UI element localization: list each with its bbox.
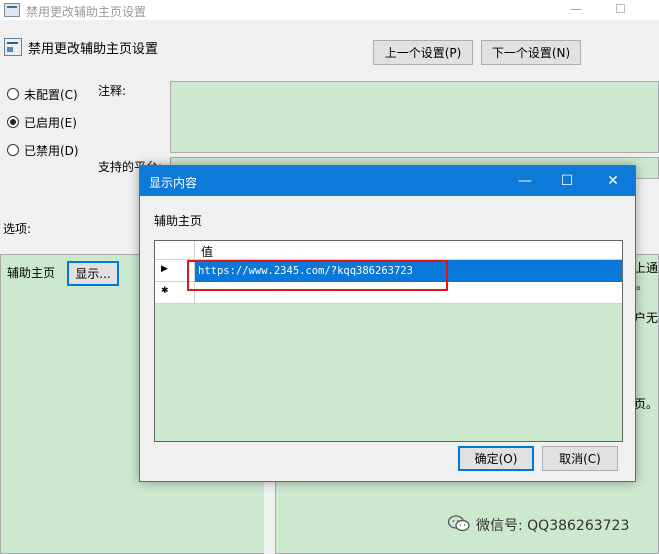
- grid-column-header[interactable]: 值: [195, 241, 622, 260]
- maximize-button[interactable]: ☐: [615, 2, 626, 16]
- radio-circle-icon[interactable]: [7, 144, 19, 156]
- page-heading: 禁用更改辅助主页设置: [28, 42, 159, 57]
- policy-setting-icon: [4, 38, 22, 56]
- radio-label: 已禁用(D): [24, 144, 79, 158]
- comment-label: 注释:: [98, 84, 127, 98]
- watermark-text: 微信号: QQ386263723: [476, 518, 630, 534]
- comment-textarea[interactable]: [170, 81, 659, 153]
- wechat-icon: [448, 515, 470, 532]
- help-text-fragment: 页。: [634, 397, 659, 411]
- radio-label: 未配置(C): [24, 88, 78, 102]
- minimize-button[interactable]: —: [570, 2, 582, 16]
- dialog-close-button[interactable]: ✕: [591, 166, 635, 196]
- secondary-home-label: 辅助主页: [7, 266, 56, 280]
- dialog-section-label: 辅助主页: [154, 214, 203, 228]
- cancel-button[interactable]: 取消(C): [542, 446, 618, 471]
- highlight-annotation-box: [187, 260, 448, 291]
- policy-app-icon: [4, 3, 20, 17]
- options-label: 选项:: [3, 222, 32, 236]
- column-header-label: 值: [201, 245, 214, 259]
- dialog-title: 显示内容: [149, 176, 198, 190]
- help-text-fragment: 户无: [634, 311, 659, 325]
- show-button[interactable]: 显示...: [67, 261, 119, 286]
- current-row-arrow-icon: ▶: [161, 264, 168, 274]
- previous-setting-button[interactable]: 上一个设置(P): [373, 40, 473, 65]
- radio-enabled[interactable]: 已启用(E): [7, 114, 97, 130]
- show-contents-dialog: 显示内容 — ☐ ✕ 辅助主页 值 ▶ https://www.2345.com…: [139, 165, 636, 482]
- ok-button[interactable]: 确定(O): [458, 446, 534, 471]
- help-text-fragment: 。: [636, 278, 649, 292]
- radio-not-configured[interactable]: 未配置(C): [7, 86, 97, 102]
- grid-corner-cell[interactable]: [155, 241, 195, 260]
- radio-disabled[interactable]: 已禁用(D): [7, 142, 97, 158]
- new-row-asterisk-icon: ✱: [161, 286, 169, 296]
- dialog-titlebar: 显示内容 — ☐ ✕: [140, 166, 635, 196]
- radio-circle-checked-icon[interactable]: [7, 116, 19, 128]
- radio-label: 已启用(E): [24, 116, 77, 130]
- radio-circle-icon[interactable]: [7, 88, 19, 100]
- window-title: 禁用更改辅助主页设置: [26, 5, 147, 19]
- dialog-minimize-button[interactable]: —: [503, 166, 547, 196]
- next-setting-button[interactable]: 下一个设置(N): [481, 40, 581, 65]
- dialog-maximize-button[interactable]: ☐: [545, 166, 589, 196]
- help-text-fragment: 上通: [634, 261, 659, 275]
